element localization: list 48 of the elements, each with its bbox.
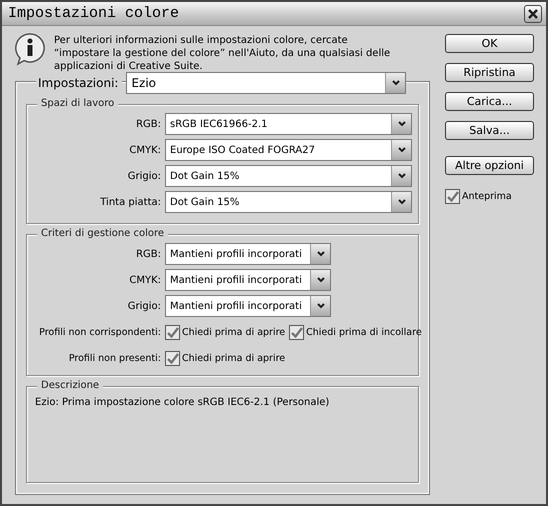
dropdown[interactable]: Mantieni profili incorporati [165,243,331,265]
caret-icon [316,251,324,257]
dropdown[interactable]: Europe ISO Coated FOGRA27 [165,139,412,161]
caret-icon [398,121,406,127]
field-label: CMYK: [128,274,161,286]
field-label: Grigio: [126,300,161,312]
close-button[interactable] [524,4,542,22]
dropdown[interactable]: Dot Gain 15% [165,165,412,187]
checkmark-icon [290,326,303,338]
caret-icon [398,147,406,153]
dropdown[interactable]: sRGB IEC61966-2.1 [165,113,412,135]
window-title: Impostazioni colore [8,5,180,22]
info-text: Per ulteriori informazioni sulle impostazioni colore, cercate “impostare la gestione del colore” nell'Aiuto, da una qualsiasi delle applicazioni di Creative Suite. [54,34,390,74]
caret-icon [392,80,400,86]
group-title: Spazi di lavoro [37,98,118,109]
dropdown[interactable]: Mantieni profili incorporati [165,295,331,317]
caret-icon [398,199,406,205]
field-label: Impostazioni: [36,76,122,90]
dropdown[interactable]: Dot Gain 15% [165,191,412,213]
dialog-button[interactable]: Salva... [445,121,534,140]
dropdown[interactable]: Ezio [126,72,406,94]
info-icon [14,32,46,66]
field-label: RGB: [135,118,161,130]
checkmark-icon [166,352,178,364]
dialog-button[interactable]: OK [445,34,534,53]
field-label: CMYK: [128,144,161,156]
field-label: Profili non presenti: [68,352,161,364]
field-label: Profili non corrispondenti: [38,326,161,338]
group-title: Criteri di gestione colore [37,228,168,239]
more-options-button[interactable]: Altre opzioni [445,156,534,175]
dropdown[interactable]: Mantieni profili incorporati [165,269,331,291]
caret-icon [398,173,406,179]
checkbox[interactable]: Chiedi prima di incollare [289,324,422,340]
checkbox[interactable]: Chiedi prima di aprire [165,324,286,340]
group-title: Descrizione [37,380,104,391]
description-text: Ezio: Prima impostazione colore sRGB IEC6-2.1 (Personale) [34,396,330,408]
field-label: RGB: [135,248,161,260]
checkmark-icon [166,326,178,338]
dialog-button[interactable]: Ripristina [445,63,534,82]
caret-icon [316,303,324,309]
field-label: Grigio: [126,170,161,182]
close-icon [528,8,538,18]
caret-icon [316,277,324,283]
checkbox[interactable]: Chiedi prima di aprire [165,350,286,366]
checkbox[interactable]: Anteprima [445,189,536,204]
field-label: Tinta piatta: [99,196,161,208]
checkmark-icon [446,191,458,202]
dialog-button[interactable]: Carica... [445,92,534,111]
